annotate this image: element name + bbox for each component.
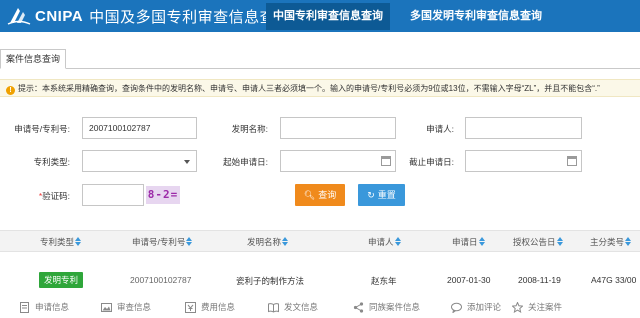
image-icon [101, 302, 112, 312]
column-header-title[interactable]: 发明名称 [247, 231, 289, 253]
tab-strip: 案件信息查询 [0, 49, 640, 69]
app-no-label: 申请号/专利号: [14, 124, 70, 134]
tip-bar: ! 提示：本系统采用精确查询，查询条件中的发明名称、申请号、申请人三者必须填一个。… [0, 79, 640, 97]
search-button-label: 查询 [318, 190, 337, 200]
patent-type-badge: 发明专利 [39, 272, 83, 288]
search-button[interactable]: 🔍︎ 查询 [295, 184, 345, 206]
column-header-ipc[interactable]: 主分类号 [590, 231, 632, 253]
refresh-icon: ↻ [367, 190, 375, 200]
column-header-filing-date[interactable]: 申请日 [452, 231, 485, 253]
warning-icon: ! [6, 86, 15, 95]
sort-icon[interactable] [478, 237, 485, 246]
applicant-label: 申请人: [426, 124, 454, 134]
start-date-label: 起始申请日: [223, 157, 268, 167]
document-icon [20, 301, 29, 313]
sort-icon[interactable] [394, 237, 401, 246]
book-icon [268, 302, 279, 313]
sort-icon[interactable] [282, 237, 289, 246]
tab-multi-country-query[interactable]: 多国发明专利审查信息查询 [400, 3, 552, 30]
calendar-icon[interactable] [567, 156, 577, 166]
results-table-header: 专利类型 申请号/专利号 发明名称 申请人 申请日 授权公告日 主分类号 [0, 230, 640, 252]
site-title: 中国及多国专利审查信息查询 [89, 8, 291, 26]
calendar-icon[interactable] [381, 156, 391, 166]
applicant-input[interactable] [465, 117, 582, 139]
cell-grant-date: 2008-11-19 [518, 275, 561, 285]
patent-type-select[interactable] [82, 150, 197, 172]
cell-ipc: A47G 33/00 [591, 275, 637, 285]
column-header-grant-date[interactable]: 授权公告日 [513, 231, 563, 253]
cnipa-logo[interactable]: CNIPA 中国及多国专利审查信息查询 [6, 5, 291, 27]
cell-title: 瓷利子的制作方法 [236, 276, 305, 286]
app-no-input[interactable]: 2007100102787 [82, 117, 197, 139]
sort-icon[interactable] [625, 237, 632, 246]
sort-icon[interactable] [186, 237, 193, 246]
action-application-info[interactable]: 申请信息 [19, 301, 69, 313]
star-icon [512, 301, 523, 313]
column-header-patent-type[interactable]: 专利类型 [40, 231, 82, 253]
cell-filing-date: 2007-01-30 [447, 275, 491, 285]
chevron-down-icon [184, 160, 190, 164]
invention-name-label: 发明名称: [231, 124, 268, 134]
action-family-info[interactable]: 同族案件信息 [353, 301, 420, 313]
start-date-input[interactable] [280, 150, 396, 172]
row-action-bar: 申请信息 审查信息 费用信息 发文信息 同族案件信息 添加评论 关注案件 [0, 298, 640, 318]
action-examination-info[interactable]: 审查信息 [101, 301, 151, 313]
action-follow-case[interactable]: 关注案件 [512, 301, 562, 313]
action-dispatch-info[interactable]: 发文信息 [268, 301, 318, 313]
tab-china-patent-query[interactable]: 中国专利审查信息查询 [266, 3, 390, 30]
sort-icon[interactable] [556, 237, 563, 246]
cnipa-logo-icon [7, 8, 31, 25]
top-header: CNIPA 中国及多国专利审查信息查询 中国专利审查信息查询 多国发明专利审查信… [0, 0, 640, 32]
end-date-label: 截止申请日: [409, 157, 454, 167]
reset-button-label: 重置 [377, 190, 396, 200]
reset-button[interactable]: ↻ 重置 [358, 184, 405, 206]
captcha-image[interactable]: 8-2= [146, 186, 180, 204]
cell-applicant: 赵东年 [371, 276, 397, 286]
action-fee-info[interactable]: 费用信息 [185, 301, 235, 313]
column-header-applicant[interactable]: 申请人 [368, 231, 401, 253]
share-icon [353, 301, 364, 313]
patent-type-label: 专利类型: [33, 157, 70, 167]
captcha-input[interactable] [82, 184, 144, 206]
sort-icon[interactable] [75, 237, 82, 246]
action-add-comment[interactable]: 添加评论 [451, 301, 501, 313]
search-icon: 🔍︎ [303, 190, 316, 200]
column-header-app-no[interactable]: 申请号/专利号 [132, 231, 193, 253]
logo-text: CNIPA [35, 7, 84, 25]
comment-icon [451, 302, 462, 313]
cell-app-no: 2007100102787 [130, 275, 192, 285]
captcha-label-text: 验证码: [42, 191, 70, 201]
end-date-input[interactable] [465, 150, 582, 172]
captcha-label: *验证码: [10, 190, 70, 202]
fee-icon [185, 301, 196, 313]
invention-name-input[interactable] [280, 117, 396, 139]
tab-case-info-query[interactable]: 案件信息查询 [0, 49, 67, 69]
tip-text: 提示：本系统采用精确查询，查询条件中的发明名称、申请号、申请人三者必须填一个。输… [18, 84, 600, 93]
